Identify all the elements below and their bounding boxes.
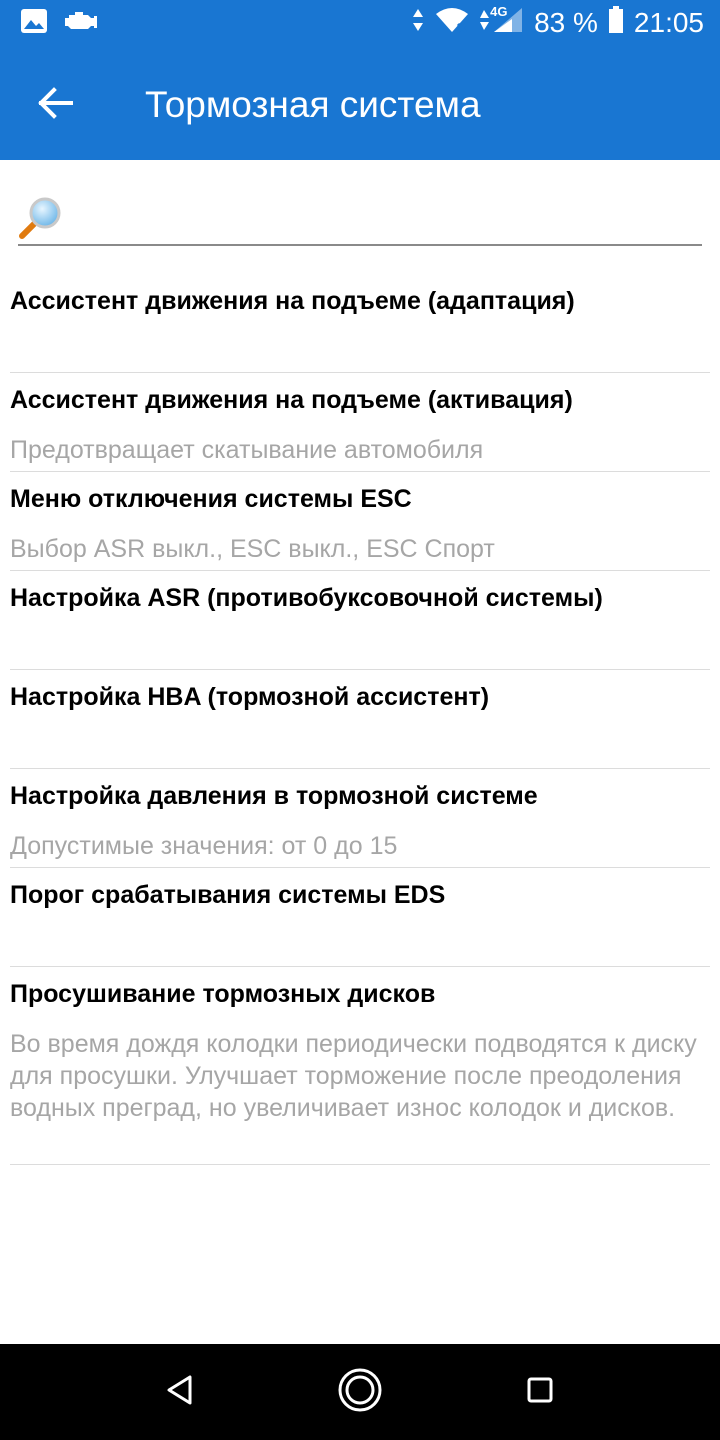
list-item[interactable]: Настройка давления в тормозной системе Д… [10, 769, 710, 868]
list-item[interactable]: Меню отключения системы ESC Выбор ASR вы… [10, 472, 710, 571]
data-arrows-icon [412, 7, 424, 38]
item-title: Порог срабатывания системы EDS [10, 881, 446, 909]
nav-recents-button[interactable] [516, 1368, 564, 1416]
search-input[interactable] [74, 200, 698, 242]
status-bar: 4G 83 % 21:05 [0, 0, 720, 50]
settings-list: Ассистент движения на подъеме (адаптация… [10, 274, 710, 1165]
back-triangle-icon [165, 1373, 195, 1412]
wifi-icon [434, 6, 470, 39]
back-button[interactable] [30, 82, 80, 128]
check-engine-icon [62, 8, 98, 39]
signal-icon: 4G [480, 4, 524, 39]
network-type: 4G [490, 4, 508, 19]
app-bar: 4G 83 % 21:05 Тормозная система [0, 0, 720, 160]
item-title: Просушивание тормозных дисков [10, 980, 436, 1008]
item-title: Настройка HBA (тормозной ассистент) [10, 683, 490, 711]
search-bar[interactable] [18, 196, 702, 246]
item-subtitle: Выбор ASR выкл., ESC выкл., ESC Спорт [10, 535, 495, 563]
battery-percent: 83 % [534, 6, 598, 38]
list-item[interactable]: Просушивание тормозных дисков Во время д… [10, 967, 710, 1165]
nav-back-button[interactable] [156, 1368, 204, 1416]
magnifier-icon [18, 196, 64, 245]
nav-home-button[interactable] [336, 1368, 384, 1416]
list-item[interactable]: Настройка HBA (тормозной ассистент) [10, 670, 710, 769]
item-subtitle: Допустимые значения: от 0 до 15 [10, 832, 398, 860]
item-title: Меню отключения системы ESC [10, 485, 412, 513]
item-subtitle: Во время дождя колодки периодически подв… [10, 1030, 697, 1122]
list-item[interactable]: Порог срабатывания системы EDS [10, 868, 710, 967]
item-subtitle: Предотвращает скатывание автомобиля [10, 436, 484, 464]
recents-square-icon [525, 1375, 555, 1410]
clock: 21:05 [633, 6, 704, 38]
list-item[interactable]: Настройка ASR (противобуксовочной систем… [10, 571, 710, 670]
item-title: Настройка ASR (противобуксовочной систем… [10, 584, 603, 612]
list-item[interactable]: Ассистент движения на подъеме (адаптация… [10, 274, 710, 373]
image-icon [20, 8, 48, 39]
list-item[interactable]: Ассистент движения на подъеме (активация… [10, 373, 710, 472]
item-title: Ассистент движения на подъеме (адаптация… [10, 287, 575, 315]
home-circle-icon [337, 1367, 383, 1418]
back-arrow-icon [37, 86, 73, 124]
navigation-bar [0, 1344, 720, 1440]
item-title: Настройка давления в тормозной системе [10, 782, 538, 810]
battery-icon [608, 6, 624, 39]
page-title: Тормозная система [145, 84, 481, 125]
item-title: Ассистент движения на подъеме (активация… [10, 386, 573, 414]
